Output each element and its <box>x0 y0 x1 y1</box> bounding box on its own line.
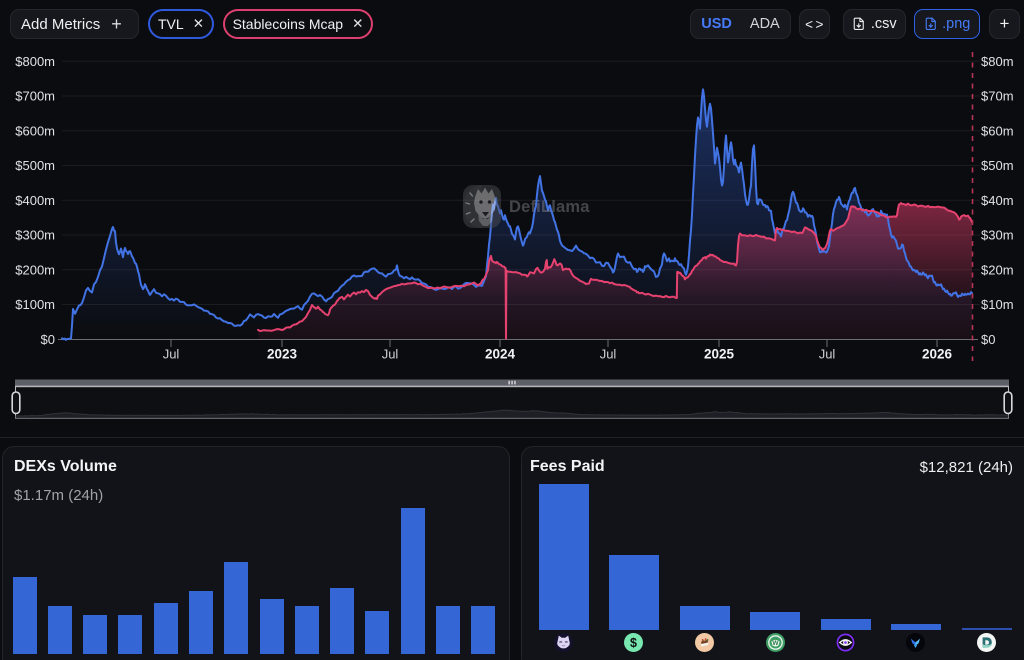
svg-text:Jul: Jul <box>819 347 836 362</box>
svg-text:$700m: $700m <box>15 89 55 104</box>
svg-text:$500m: $500m <box>15 158 55 173</box>
svg-text:$600m: $600m <box>15 123 55 138</box>
svg-text:$10m: $10m <box>981 297 1014 312</box>
svg-text:W: W <box>772 640 779 647</box>
svg-text:$800m: $800m <box>15 54 55 69</box>
svg-text:$80m: $80m <box>981 54 1014 69</box>
svg-text:2024: 2024 <box>485 347 516 362</box>
svg-text:Jul: Jul <box>382 347 399 362</box>
svg-text:2026: 2026 <box>922 347 953 362</box>
svg-text:$0: $0 <box>981 332 995 347</box>
svg-text:DefiLlama: DefiLlama <box>509 198 590 216</box>
svg-text:$70m: $70m <box>981 89 1014 104</box>
svg-text:$0: $0 <box>41 332 55 347</box>
svg-text:2025: 2025 <box>704 347 735 362</box>
svg-text:$: $ <box>630 636 637 650</box>
svg-text:$20m: $20m <box>981 262 1014 277</box>
svg-text:$60m: $60m <box>981 123 1014 138</box>
svg-text:$30m: $30m <box>981 228 1014 243</box>
svg-text:$40m: $40m <box>981 193 1014 208</box>
svg-text:$50m: $50m <box>981 158 1014 173</box>
svg-text:$400m: $400m <box>15 193 55 208</box>
svg-text:$200m: $200m <box>15 262 55 277</box>
svg-text:Jul: Jul <box>600 347 617 362</box>
svg-text:$100m: $100m <box>15 297 55 312</box>
svg-text:Jul: Jul <box>163 347 180 362</box>
svg-text:2023: 2023 <box>267 347 298 362</box>
svg-text:$300m: $300m <box>15 228 55 243</box>
